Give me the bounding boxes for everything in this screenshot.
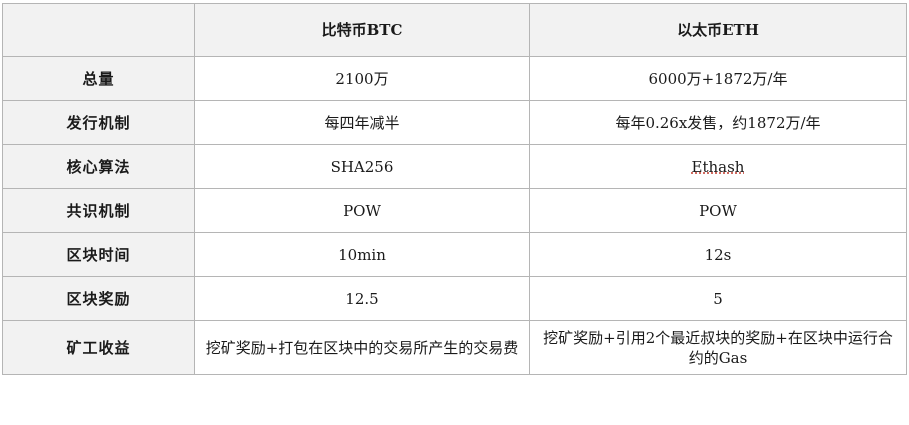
eth-value: 12s: [529, 232, 907, 277]
table-row-algorithm: 核心算法 SHA256 Ethash: [2, 144, 907, 189]
eth-value: POW: [529, 188, 907, 233]
row-label: 区块奖励: [2, 276, 195, 321]
btc-value: POW: [194, 188, 530, 233]
table-row-block-time: 区块时间 10min 12s: [2, 232, 907, 277]
header-btc: 比特币BTC: [194, 3, 530, 57]
table-row-issuance: 发行机制 每四年减半 每年0.26x发售，约1872万/年: [2, 100, 907, 145]
row-label: 核心算法: [2, 144, 195, 189]
btc-eth-comparison-table: 比特币BTC 以太币ETH 总量 2100万 6000万+1872万/年 发行机…: [2, 3, 907, 375]
row-label: 矿工收益: [2, 320, 195, 375]
row-label: 区块时间: [2, 232, 195, 277]
eth-value: 挖矿奖励+引用2个最近叔块的奖励+在区块中运行合约的Gas: [529, 320, 907, 375]
row-label: 总量: [2, 56, 195, 101]
eth-value: Ethash: [529, 144, 907, 189]
eth-algorithm-text: Ethash: [691, 157, 745, 176]
table-row-block-reward: 区块奖励 12.5 5: [2, 276, 907, 321]
header-eth: 以太币ETH: [529, 3, 907, 57]
btc-value: SHA256: [194, 144, 530, 189]
btc-value: 10min: [194, 232, 530, 277]
btc-value: 12.5: [194, 276, 530, 321]
table-row-consensus: 共识机制 POW POW: [2, 188, 907, 233]
row-label: 共识机制: [2, 188, 195, 233]
row-label: 发行机制: [2, 100, 195, 145]
btc-value: 每四年减半: [194, 100, 530, 145]
btc-value: 2100万: [194, 56, 530, 101]
comparison-table-container: 比特币BTC 以太币ETH 总量 2100万 6000万+1872万/年 发行机…: [0, 0, 909, 425]
eth-value: 6000万+1872万/年: [529, 56, 907, 101]
table-row-miner-income: 矿工收益 挖矿奖励+打包在区块中的交易所产生的交易费 挖矿奖励+引用2个最近叔块…: [2, 320, 907, 375]
btc-value: 挖矿奖励+打包在区块中的交易所产生的交易费: [194, 320, 530, 375]
eth-value: 5: [529, 276, 907, 321]
table-header-row: 比特币BTC 以太币ETH: [2, 3, 907, 57]
header-corner-cell: [2, 3, 195, 57]
table-row-total-supply: 总量 2100万 6000万+1872万/年: [2, 56, 907, 101]
eth-value: 每年0.26x发售，约1872万/年: [529, 100, 907, 145]
